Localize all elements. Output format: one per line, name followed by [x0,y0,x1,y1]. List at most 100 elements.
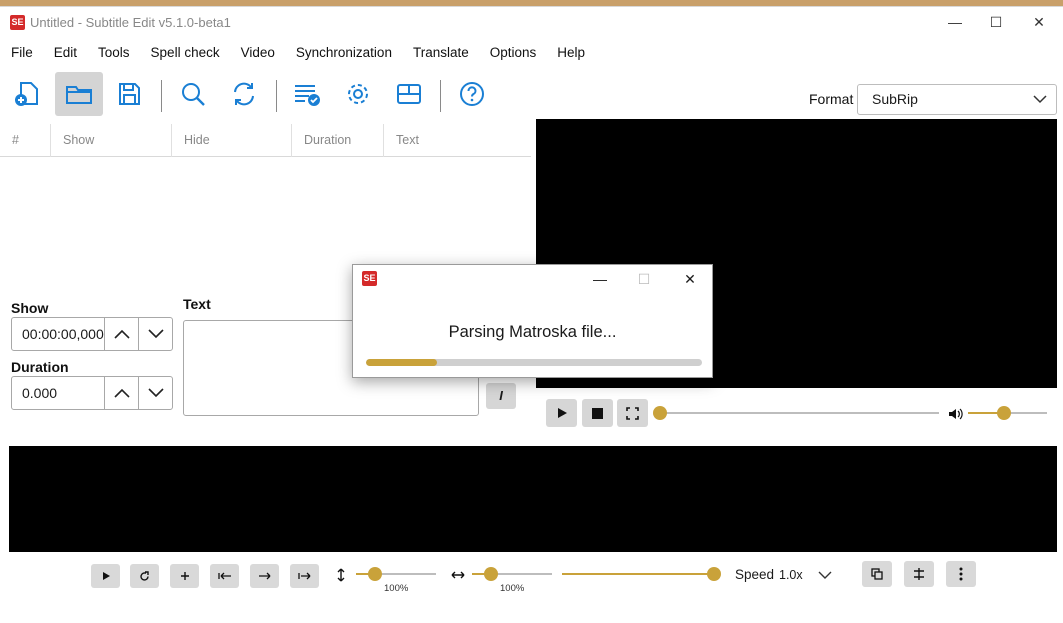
set-end-next-button[interactable] [290,564,319,588]
help-icon [460,82,484,106]
menu-translate[interactable]: Translate [402,45,479,65]
waveform-panel[interactable] [9,446,1057,552]
toolbar: Format SubRip [0,72,1063,120]
play-icon [102,572,110,580]
column-show[interactable]: Show [50,124,171,157]
speed-label: Speed [735,567,775,582]
progress-dialog: SE — ☐ ✕ Parsing Matroska file... [352,264,713,378]
open-file-button[interactable] [55,72,103,116]
menu-bar: File Edit Tools Spell check Video Synchr… [0,45,595,65]
format-value: SubRip [872,91,918,107]
play-icon [557,408,567,418]
arrow-right-icon [258,572,270,580]
app-logo-icon: SE [362,271,377,286]
dialog-message: Parsing Matroska file... [448,323,617,341]
column-number[interactable]: # [0,124,50,157]
speed-slider[interactable] [707,567,721,581]
show-label: Show [11,300,49,316]
repeat-icon [140,570,149,581]
help-button[interactable] [448,72,496,116]
waveform-more-button[interactable] [946,561,976,587]
close-button[interactable]: ✕ [1019,11,1059,33]
dialog-close-button[interactable]: ✕ [675,268,705,290]
menu-spell-check[interactable]: Spell check [140,45,230,65]
format-dropdown[interactable]: SubRip [857,84,1057,115]
chevron-down-icon [1033,95,1047,104]
video-position-slider[interactable] [653,406,667,420]
replace-icon [234,82,254,106]
horizontal-zoom-icon [451,571,465,579]
set-end-button[interactable] [250,564,279,588]
chevron-down-icon [147,329,164,339]
find-button[interactable] [169,72,217,116]
show-time-value[interactable]: 00:00:00,000 [12,318,104,350]
spell-check-icon [295,85,320,106]
waveform-add-button[interactable] [170,564,199,588]
menu-tools[interactable]: Tools [87,45,140,65]
volume-slider[interactable] [996,406,1011,420]
new-file-icon [15,82,38,106]
progress-bar-fill [366,359,437,366]
new-file-button[interactable] [3,72,51,116]
spell-check-button[interactable] [283,72,331,116]
show-down-button[interactable] [138,318,172,350]
menu-synchronization[interactable]: Synchronization [285,45,402,65]
align-icon [914,568,924,580]
column-duration[interactable]: Duration [291,124,383,157]
progress-bar [366,359,702,366]
volume-icon[interactable] [948,407,964,421]
settings-icon [348,84,368,104]
menu-help[interactable]: Help [546,45,595,65]
speed-track[interactable] [562,573,715,575]
show-time-input[interactable]: 00:00:00,000 [11,317,173,351]
layout-button[interactable] [385,72,433,116]
menu-options[interactable]: Options [479,45,547,65]
dialog-maximize-button: ☐ [637,271,651,287]
set-start-button[interactable] [210,564,239,588]
chevron-up-icon [113,388,130,398]
toolbar-separator [161,80,162,112]
menu-video[interactable]: Video [230,45,285,65]
waveform-repeat-button[interactable] [130,564,159,588]
duration-input[interactable]: 0.000 [11,376,173,410]
dialog-minimize-button[interactable]: — [585,268,615,290]
search-icon [182,83,205,106]
vertical-zoom-value: 100% [384,583,409,594]
toolbar-separator [440,80,441,112]
show-up-button[interactable] [104,318,138,350]
speed-value[interactable]: 1.0x [779,568,803,582]
minimize-button[interactable]: — [935,11,975,33]
waveform-play-button[interactable] [91,564,120,588]
replace-button[interactable] [220,72,268,116]
subtitle-grid-header: # Show Hide Duration Text [0,124,531,157]
chevron-up-icon [113,329,130,339]
menu-file[interactable]: File [0,45,43,65]
column-hide[interactable]: Hide [171,124,291,157]
play-button[interactable] [546,399,577,427]
plus-icon [180,572,189,580]
title-bar: SE Untitled - Subtitle Edit v5.1.0-beta1… [0,7,1063,37]
duration-value[interactable]: 0.000 [12,377,104,409]
italic-button[interactable]: I [486,383,516,409]
settings-button[interactable] [334,72,382,116]
fullscreen-button[interactable] [617,399,648,427]
duration-up-button[interactable] [104,377,138,409]
video-position-track[interactable] [660,412,939,414]
chevron-down-icon [147,388,164,398]
app-logo-icon: SE [10,15,25,30]
duration-down-button[interactable] [138,377,172,409]
main-window: SE Untitled - Subtitle Edit v5.1.0-beta1… [0,6,1063,623]
column-text[interactable]: Text [383,124,531,157]
fullscreen-icon [626,406,639,420]
waveform-layers-button[interactable] [862,561,892,587]
vertical-zoom-slider[interactable] [368,567,382,581]
window-title: Untitled - Subtitle Edit v5.1.0-beta1 [30,15,231,30]
save-button[interactable] [105,72,153,116]
menu-edit[interactable]: Edit [43,45,87,65]
horizontal-zoom-slider[interactable] [484,567,498,581]
horizontal-zoom-value: 100% [500,583,525,594]
waveform-align-button[interactable] [904,561,934,587]
stop-button[interactable] [582,399,613,427]
maximize-button[interactable]: ☐ [976,11,1016,33]
chevron-down-icon[interactable] [818,570,832,580]
